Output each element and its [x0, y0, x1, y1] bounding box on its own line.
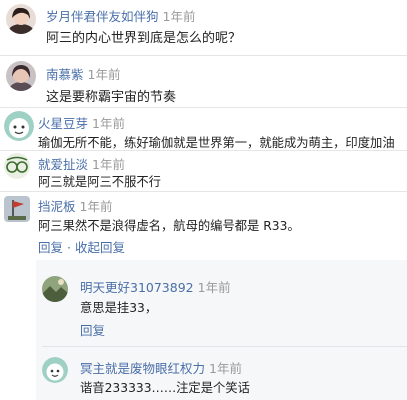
reply-time: 1年前: [197, 280, 231, 295]
comment-author[interactable]: 挡泥板 1年前: [38, 196, 112, 215]
comment-text: 阿三果然不是浪得虚名，航母的编号都是 R33。: [38, 219, 300, 233]
reply-button[interactable]: 回复: [38, 240, 63, 255]
divider: [0, 150, 407, 151]
user-avatar[interactable]: [6, 61, 36, 91]
woman-photo-avatar-icon: [6, 61, 36, 91]
divider: [0, 107, 407, 108]
reply-button[interactable]: 回复: [80, 320, 105, 339]
divider: [0, 55, 407, 56]
comment-author[interactable]: 岁月伴君伴友如伴狗 1年前: [46, 6, 195, 25]
user-avatar[interactable]: [42, 357, 68, 383]
glasses-cartoon-avatar-icon: [4, 153, 30, 179]
landscape-photo-avatar-icon: [42, 276, 68, 302]
user-avatar[interactable]: [6, 4, 36, 34]
comment-time: 1年前: [87, 67, 121, 82]
cartoon-face-avatar-icon: [42, 357, 68, 383]
reply-text: 谐音233333……注定是个笑话: [80, 381, 250, 395]
woman-photo-avatar-icon: [6, 4, 36, 34]
divider: [42, 346, 407, 347]
reply-text: 意思是挂33，: [80, 301, 158, 315]
comment-text: 瑜伽无所不能，练好瑜伽就是世界第一，就能成为萌主，印度加油: [38, 136, 395, 150]
comment-text: 阿三就是阿三不服不行: [38, 175, 161, 189]
user-avatar[interactable]: [4, 111, 34, 141]
comment-text: 阿三的内心世界到底是怎么的呢？: [46, 31, 242, 46]
author-name[interactable]: 就爱扯淡: [38, 157, 88, 172]
comment-text: 这是要称霸宇宙的节奏: [46, 90, 177, 105]
comment-time: 1年前: [79, 199, 113, 214]
comment-author[interactable]: 火星豆芽 1年前: [38, 113, 125, 132]
author-name[interactable]: 岁月伴君伴友如伴狗: [46, 9, 159, 24]
flag-avatar-icon: [4, 196, 30, 222]
reply-author[interactable]: 冥主就是废物眼红权力 1年前: [80, 358, 242, 377]
comment-author[interactable]: 南慕紫 1年前: [46, 64, 120, 83]
collapse-replies-button[interactable]: 收起回复: [75, 240, 125, 255]
author-name[interactable]: 明天更好31073892: [80, 280, 194, 295]
cartoon-face-avatar-icon: [4, 111, 34, 141]
author-name[interactable]: 南慕紫: [46, 67, 84, 82]
comment-time: 1年前: [92, 157, 125, 172]
comment-author[interactable]: 就爱扯淡 1年前: [38, 154, 125, 173]
comment-time: 1年前: [162, 9, 196, 24]
comment-actions: 回复 · 收起回复: [38, 237, 125, 256]
author-name[interactable]: 火星豆芽: [38, 116, 88, 131]
divider: [0, 191, 407, 192]
reply-time: 1年前: [209, 361, 242, 376]
author-name[interactable]: 冥主就是废物眼红权力: [80, 361, 205, 376]
author-name[interactable]: 挡泥板: [38, 199, 76, 214]
user-avatar[interactable]: [42, 276, 68, 302]
user-avatar[interactable]: [4, 196, 30, 222]
comment-time: 1年前: [92, 116, 125, 131]
separator: ·: [67, 240, 71, 255]
user-avatar[interactable]: [4, 153, 30, 179]
reply-author[interactable]: 明天更好31073892 1年前: [80, 277, 231, 296]
